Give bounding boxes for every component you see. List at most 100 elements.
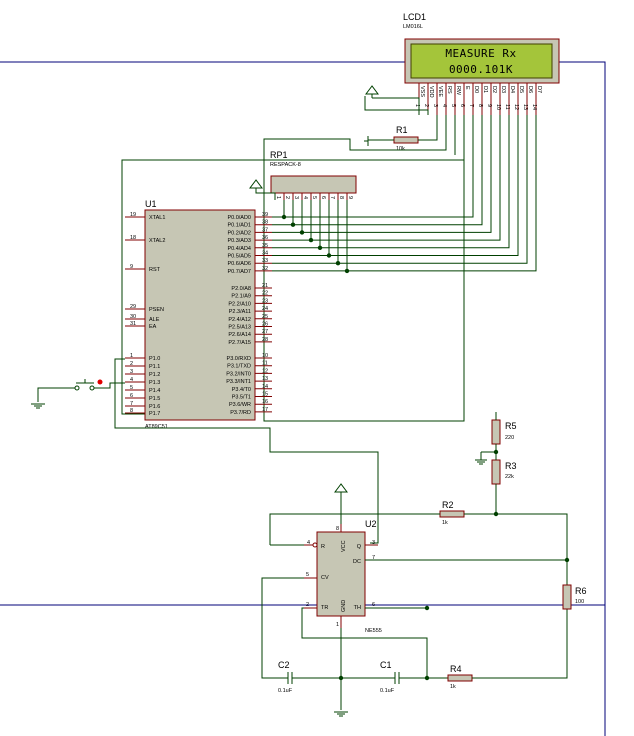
u1-left-pin-label: P1.2 bbox=[149, 372, 160, 378]
wire-555-tr bbox=[301, 607, 428, 678]
u1-left-pin-number: 9 bbox=[130, 264, 133, 270]
rp1-pin-number: 9 bbox=[347, 196, 353, 199]
u1-right-pin-number: 32 bbox=[262, 266, 268, 272]
u1-right-pin-label: P0.6/AD6 bbox=[227, 261, 251, 267]
wire-lcd-rs bbox=[263, 115, 465, 422]
u1-right-pin-label: P3.7/RD bbox=[230, 410, 251, 416]
junction-dot bbox=[344, 268, 350, 274]
wire-lcd-vss bbox=[372, 97, 420, 115]
u1-left-pin-number: 18 bbox=[130, 235, 136, 241]
r4-value: 1k bbox=[450, 684, 456, 690]
schematic-canvas: LCD1 LM016L MEASURE Rx 0000.101K VSS 1 VDD… bbox=[0, 12, 606, 736]
c2-value: 0.1uF bbox=[278, 688, 293, 694]
u1-left-pin-label: XTAL1 bbox=[149, 215, 165, 221]
u1-right-pin-label: P2.4/A12 bbox=[228, 317, 251, 323]
lcd-pin-label: VEE bbox=[437, 86, 443, 97]
u1-right-pin-number: 11 bbox=[262, 361, 268, 367]
lcd-pin-number: 13 bbox=[522, 104, 528, 110]
u1-right-pin-label: P3.4/T0 bbox=[232, 387, 251, 393]
r3-ref: R3 bbox=[505, 461, 517, 471]
u1[interactable]: U1 AT89C51 XTAL119XTAL218RST9PSEN29ALE30… bbox=[125, 199, 272, 430]
wire-r4 bbox=[472, 609, 568, 679]
r1[interactable]: R1 10k bbox=[393, 125, 419, 152]
rp1-part: RESPACK-8 bbox=[270, 162, 301, 168]
lcd-pin-label: D6 bbox=[527, 86, 533, 93]
u1-right-pin-label: P3.6/WR bbox=[229, 402, 251, 408]
svg-text:5: 5 bbox=[306, 572, 309, 578]
port0-bus-wire bbox=[272, 115, 483, 226]
r5[interactable]: R5 220 bbox=[491, 419, 517, 445]
u1-right-pin-number: 15 bbox=[262, 392, 268, 398]
rp1-ref: RP1 bbox=[270, 150, 288, 160]
u1-left-pin-number: 30 bbox=[130, 314, 136, 320]
lcd1-pins: VSS1VDD2VEE3RS4RW5E6D07D18D29D310D411D51… bbox=[414, 83, 542, 115]
junction-dot bbox=[281, 214, 287, 220]
junction-dot bbox=[290, 222, 296, 227]
ground-symbol-button bbox=[31, 403, 45, 409]
u1-right-pin-label: P3.3/INT1 bbox=[226, 379, 251, 385]
u1-left-pin-number: 2 bbox=[130, 361, 133, 367]
lcd-pin-number: 5 bbox=[450, 104, 456, 107]
u1-left-pin-number: 31 bbox=[130, 321, 136, 327]
vcc-arrow-r1 bbox=[364, 136, 369, 146]
r6-value: 100 bbox=[575, 599, 584, 605]
u2-pin-dc: DC bbox=[353, 559, 361, 565]
u1-right-pin-number: 38 bbox=[262, 220, 268, 226]
u1-right-pin-label: P0.2/AD2 bbox=[227, 230, 251, 236]
u1-left-pin-label: P1.7 bbox=[149, 411, 160, 417]
u1-right-pin-label: P3.0/RXD bbox=[227, 356, 251, 362]
lcd-pin-label: RS bbox=[446, 86, 452, 94]
u2[interactable]: U2 NE555 R VCC Q DC CV TR GND TH 4 8 3 7… bbox=[306, 519, 382, 634]
u1-right-pin-number: 25 bbox=[262, 314, 268, 320]
u1-right-pin-number: 34 bbox=[262, 251, 268, 257]
u2-ref: U2 bbox=[365, 519, 377, 529]
rp1-pin-number: 5 bbox=[311, 196, 317, 199]
lcd-pin-number: 14 bbox=[531, 104, 537, 110]
lcd1-part: LM016L bbox=[403, 24, 423, 30]
u1-right-pin-label: P0.4/AD4 bbox=[227, 246, 251, 252]
u1-left-pin-label: P1.4 bbox=[149, 388, 160, 394]
port0-bus-wire bbox=[272, 115, 492, 233]
lcd-pin-label: D4 bbox=[509, 86, 515, 93]
lcd1-ref: LCD1 bbox=[403, 12, 426, 22]
wire-button-ground bbox=[37, 387, 75, 402]
u1-right-pin-number: 28 bbox=[262, 337, 268, 343]
u1-right-pin-number: 16 bbox=[262, 399, 268, 405]
u1-right-pin-number: 21 bbox=[262, 283, 268, 289]
rp1-pin-number: 6 bbox=[320, 196, 326, 199]
u1-left-pin-label: RST bbox=[149, 267, 161, 273]
lcd1[interactable]: LCD1 LM016L MEASURE Rx 0000.101K VSS1VDD… bbox=[403, 12, 560, 115]
lcd-pin-label: D1 bbox=[482, 86, 488, 93]
u1-right-pin-label: P0.7/AD7 bbox=[227, 269, 251, 275]
power-symbol-555 bbox=[334, 483, 348, 524]
u2-reset-bubble bbox=[312, 542, 318, 548]
u1-right-pin-number: 17 bbox=[262, 407, 268, 413]
lcd-pin-label: RW bbox=[455, 86, 461, 96]
r4[interactable]: R4 1k bbox=[447, 664, 473, 690]
u1-right-pin-number: 13 bbox=[262, 376, 268, 382]
lcd-pin-label: D7 bbox=[536, 86, 542, 93]
u1-left-pin-number: 7 bbox=[130, 401, 133, 407]
u1-left-pin-number: 8 bbox=[130, 408, 133, 414]
u1-right-pin-label: P0.0/AD0 bbox=[227, 215, 251, 221]
lcd-pin-label: D0 bbox=[473, 86, 479, 93]
c1[interactable]: C1 0.1uF bbox=[380, 660, 400, 694]
lcd-pin-number: 12 bbox=[513, 104, 519, 110]
ground-symbol-lcd bbox=[365, 85, 379, 98]
u1-left-pin-number: 19 bbox=[130, 212, 136, 218]
r3-value: 22k bbox=[505, 474, 514, 480]
u1-left-pin-label: PSEN bbox=[149, 307, 164, 313]
u1-right-pin-label: P2.2/A10 bbox=[228, 301, 251, 307]
u1-left-pin-number: 6 bbox=[130, 393, 133, 399]
r3[interactable]: R3 22k bbox=[491, 459, 517, 485]
c2[interactable]: C2 0.1uF bbox=[278, 660, 293, 694]
r2[interactable]: R2 1k bbox=[439, 500, 465, 526]
rp1[interactable]: RP1 RESPACK-8 123456789 bbox=[270, 150, 357, 200]
junction-dot bbox=[335, 261, 341, 266]
u2-pin-cv: CV bbox=[321, 575, 329, 581]
u1-right-pin-number: 35 bbox=[262, 243, 268, 249]
u1-left-pin-label: ALE bbox=[149, 317, 160, 323]
wire-r1-vee bbox=[418, 115, 438, 141]
u1-right-pin-number: 39 bbox=[262, 212, 268, 218]
u1-left-pin-number: 5 bbox=[130, 385, 133, 391]
